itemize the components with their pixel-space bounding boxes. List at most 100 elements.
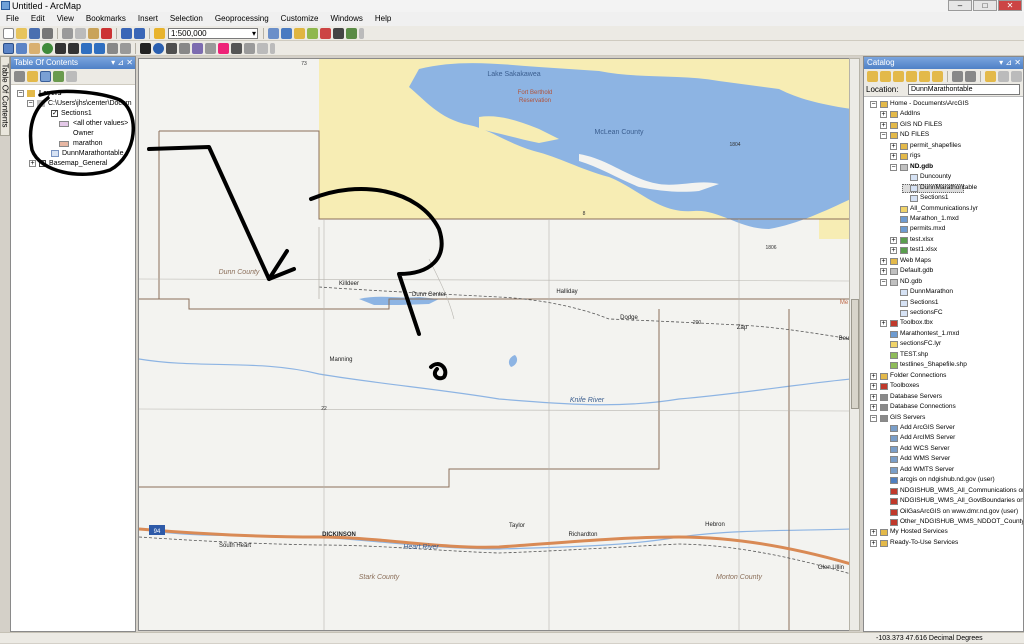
map-view[interactable]: Lake Sakakawea Fort Berthold Reservation…	[138, 58, 850, 631]
tree-expand-icon[interactable]: +	[880, 320, 887, 328]
tree-expand-icon[interactable]: −	[870, 101, 877, 108]
catalog-tree-item[interactable]: Other_NDGISHUB_WMS_NDDOT_County	[900, 518, 1023, 526]
menu-edit[interactable]: Edit	[25, 12, 51, 26]
paste-icon[interactable]	[88, 27, 99, 39]
catalog-back-icon[interactable]	[867, 70, 878, 82]
basemap-visibility-checkbox[interactable]: ✓	[39, 160, 46, 167]
pan-hand-icon[interactable]	[29, 42, 40, 54]
catalog-tree-item[interactable]: Folder Connections	[890, 372, 946, 380]
undo-icon[interactable]	[121, 27, 132, 39]
menu-insert[interactable]: Insert	[132, 12, 164, 26]
save-icon[interactable]	[29, 27, 40, 39]
sections-visibility-checkbox[interactable]: ✓	[51, 110, 58, 117]
tree-expand-icon[interactable]: +	[870, 539, 877, 547]
catalog-tree-item[interactable]: Marathontest_1.mxd	[900, 330, 959, 338]
cut-icon[interactable]	[62, 27, 73, 39]
tree-expand-icon[interactable]: +	[890, 142, 897, 150]
catalog-tree-item[interactable]: Add WMTS Server	[900, 466, 954, 474]
open-folder-icon[interactable]	[16, 27, 27, 39]
create-viewer-window-icon[interactable]	[257, 42, 268, 54]
catalog-header-buttons[interactable]: ▾ ⊿ ✕	[999, 57, 1021, 69]
html-popup-icon[interactable]	[166, 42, 177, 54]
copy-icon[interactable]	[75, 27, 86, 39]
catalog-options-icon[interactable]	[965, 70, 976, 82]
toc-header-buttons[interactable]: ▾ ⊿ ✕	[111, 57, 133, 69]
catalog-tree-item[interactable]: Sections1	[910, 299, 939, 307]
menu-file[interactable]: File	[0, 12, 25, 26]
scrollbar-thumb[interactable]	[851, 299, 859, 409]
list-by-visibility-icon[interactable]	[40, 71, 51, 82]
toc-layers-label[interactable]: Layers	[39, 89, 62, 98]
menu-view[interactable]: View	[51, 12, 80, 26]
minimize-button[interactable]: –	[948, 0, 972, 11]
catalog-tree-item[interactable]: Default.gdb	[900, 267, 933, 275]
catalog-up-icon[interactable]	[893, 70, 904, 82]
catalog-tree-item[interactable]: NDGISHUB_WMS_All_Communications on	[900, 487, 1023, 495]
toc-sections-label[interactable]: Sections1	[61, 109, 92, 118]
find-route-icon[interactable]	[192, 42, 203, 54]
catalog-tree-item[interactable]: Add ArcIMS Server	[900, 434, 955, 442]
catalog-tree-item[interactable]: NDGISHUB_WMS_All_GovtBoundaries on	[900, 497, 1023, 505]
catalog-tree-item[interactable]: Home - Documents\ArcGIS	[890, 100, 969, 108]
catalog-tree-item[interactable]: Marathon_1.mxd	[910, 215, 959, 223]
measure-icon[interactable]	[205, 42, 216, 54]
tree-expand-icon[interactable]: +	[880, 121, 887, 129]
catalog-tree-item[interactable]: Database Servers	[890, 393, 942, 401]
catalog-tree-item[interactable]: testlines_Shapefile.shp	[900, 361, 967, 369]
select-features-icon[interactable]	[107, 42, 118, 54]
hyperlink-icon[interactable]	[218, 42, 229, 54]
catalog-tree-item[interactable]: sectionsFC	[910, 309, 943, 317]
zoom-out-icon[interactable]	[16, 42, 27, 54]
catalog-tree-item[interactable]: TEST.shp	[900, 351, 928, 359]
tree-expand-icon[interactable]: −	[870, 414, 877, 422]
toc-options-icon[interactable]	[66, 71, 77, 82]
list-by-drawing-order-icon[interactable]	[14, 71, 25, 82]
catalog-tree-item[interactable]: Add WCS Server	[900, 445, 950, 453]
toolbar-options-icon[interactable]	[359, 27, 364, 39]
search-window-icon[interactable]	[307, 27, 318, 39]
menu-customize[interactable]: Customize	[275, 12, 325, 26]
catalog-location-input[interactable]: DunnMarathontable	[908, 84, 1020, 95]
expand-icon[interactable]: +	[29, 160, 36, 167]
tree-expand-icon[interactable]: +	[870, 404, 877, 412]
catalog-tree-item[interactable]: Toolboxes	[890, 382, 919, 390]
catalog-tree-item[interactable]: test1.xlsx	[910, 246, 937, 254]
toc-basemap-label[interactable]: Basemap_General	[49, 159, 107, 168]
toc-side-tab[interactable]: Table Of Contents	[0, 56, 10, 136]
print-icon[interactable]	[42, 27, 53, 39]
catalog-tree-item[interactable]: DunnMarathon	[910, 288, 953, 296]
list-by-source-icon[interactable]	[27, 71, 38, 82]
tree-expand-icon[interactable]: +	[870, 383, 877, 391]
catalog-tree-item[interactable]: GIS Servers	[890, 414, 925, 422]
identify-icon[interactable]	[153, 42, 164, 54]
catalog-tree-item[interactable]: rigs	[910, 152, 920, 160]
select-elements-icon[interactable]	[140, 42, 151, 54]
catalog-tree-item[interactable]: sectionsFC.lyr	[900, 340, 941, 348]
catalog-home-icon[interactable]	[906, 70, 917, 82]
tree-expand-icon[interactable]: +	[880, 257, 887, 265]
tree-expand-icon[interactable]: +	[880, 268, 887, 276]
toc-window-icon[interactable]	[281, 27, 292, 39]
catalog-tree-item[interactable]: My Hosted Services	[890, 528, 948, 536]
tree-expand-icon[interactable]: −	[880, 132, 887, 140]
catalog-tree-item[interactable]: Toolbox.tbx	[900, 319, 933, 327]
redo-icon[interactable]	[134, 27, 145, 39]
catalog-forward-icon[interactable]	[880, 70, 891, 82]
forward-extent-icon[interactable]	[94, 42, 105, 54]
fixed-zoom-out-icon[interactable]	[68, 42, 79, 54]
full-extent-icon[interactable]	[42, 42, 53, 54]
catalog-tree-item[interactable]: Duncounty	[920, 173, 951, 181]
catalog-tree-item[interactable]: permits.mxd	[910, 225, 945, 233]
catalog-tree-item[interactable]: ND.gdb	[900, 278, 922, 286]
delete-icon[interactable]	[101, 27, 112, 39]
go-to-xy-icon[interactable]	[231, 42, 242, 54]
catalog-tree-item[interactable]: Database Connections	[890, 403, 956, 411]
catalog-window-icon[interactable]	[294, 27, 305, 39]
tree-expand-icon[interactable]: +	[890, 153, 897, 161]
toc-table-label[interactable]: DunnMarathontable	[62, 149, 124, 158]
back-extent-icon[interactable]	[81, 42, 92, 54]
catalog-refresh-icon[interactable]	[1011, 70, 1022, 82]
catalog-connect-folder-icon[interactable]	[919, 70, 930, 82]
catalog-toggle-icon[interactable]	[998, 70, 1009, 82]
catalog-tree-item[interactable]: Add ArcGIS Server	[900, 424, 955, 432]
